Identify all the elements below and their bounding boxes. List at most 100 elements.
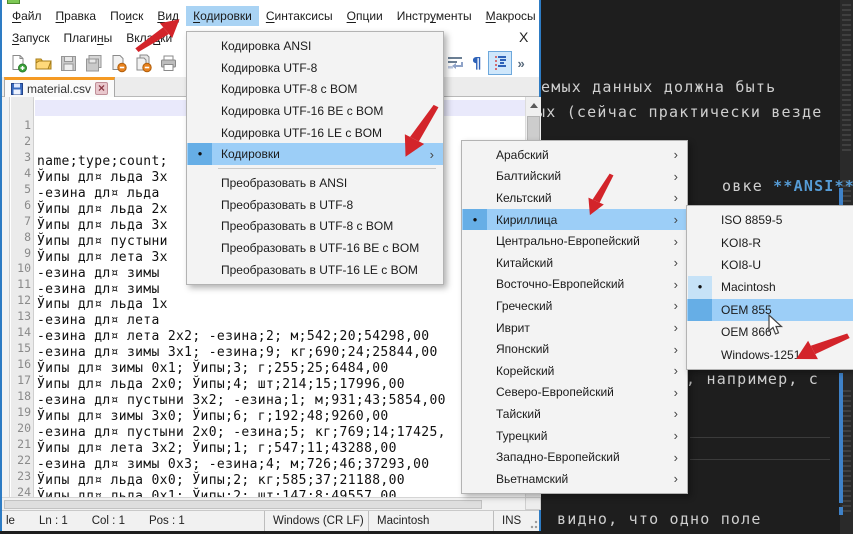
- menu-item[interactable]: ● Турецкий ›: [462, 425, 687, 447]
- menubar-item[interactable]: Файл: [5, 6, 49, 26]
- scroll-up-button[interactable]: [526, 97, 542, 113]
- menu-item-label: Турецкий: [496, 429, 547, 443]
- editor-line[interactable]: 15 Ўипы дл¤ льда 2х0; Ўипы;4; шт;214;15;…: [2, 323, 539, 339]
- editor-line[interactable]: 19 Ўипы дл¤ лета 3х2; Ўипы;1; г;547;11;4…: [2, 387, 539, 403]
- menu-item[interactable]: ● Macintosh ›: [687, 276, 853, 298]
- tab-close-icon[interactable]: ×: [95, 82, 108, 95]
- status-position-segment: le Ln : 1 Col : 1 Pos : 1: [2, 515, 264, 527]
- editor-scrollbar[interactable]: [839, 373, 843, 503]
- editor-line[interactable]: 23 -езина дл¤ льда 1х3; -езина;2; кг;286…: [2, 451, 539, 467]
- menu-check-gutter: ●: [463, 252, 487, 274]
- menu-check-gutter: ●: [188, 78, 212, 100]
- editor-scrollbar[interactable]: [839, 507, 843, 515]
- menu-item[interactable]: ● Кельтский ›: [462, 187, 687, 209]
- menu-check-gutter: ●: [463, 209, 487, 231]
- editor-line[interactable]: 16 -езина дл¤ пустыни 3х2; -езина;1; м;9…: [2, 339, 539, 355]
- menu-item-label: Тайский: [496, 407, 541, 421]
- editor-line[interactable]: 20 -езина дл¤ зимы 0х3; -езина;4; м;726;…: [2, 403, 539, 419]
- toolbar-overflow-icon[interactable]: »: [518, 56, 524, 71]
- menu-item[interactable]: ● Тайский ›: [462, 403, 687, 425]
- radio-dot-icon: ●: [473, 216, 478, 224]
- menubar-item[interactable]: Синтаксисы: [259, 6, 340, 26]
- horizontal-scrollbar[interactable]: [2, 497, 525, 510]
- editor-line[interactable]: 17 Ўипы дл¤ зимы 3х0; Ўипы;6; г;192;48;9…: [2, 355, 539, 371]
- save-all-icon[interactable]: [83, 54, 103, 74]
- status-encoding[interactable]: Macintosh: [368, 511, 493, 531]
- menu-item[interactable]: ● Корейский ›: [462, 360, 687, 382]
- editor-line[interactable]: 22 Ўипы дл¤ льда 0х1; Ўипы;2; шт;147;8;4…: [2, 435, 539, 451]
- close-document-icon[interactable]: [108, 54, 128, 74]
- menu-item-label: Китайский: [496, 256, 553, 270]
- print-icon[interactable]: [158, 54, 178, 74]
- close-document-button[interactable]: X: [515, 29, 532, 45]
- menubar-item[interactable]: Вид: [150, 6, 186, 26]
- menu-item-label: Иврит: [496, 321, 530, 335]
- menu-item[interactable]: ● Кодировка UTF-8 с BOM ›: [187, 78, 443, 100]
- menu-item[interactable]: ● Преобразовать в UTF-8 ›: [187, 194, 443, 216]
- menubar-item[interactable]: Вкладки: [119, 28, 179, 48]
- editor-line[interactable]: 25 Ўипы дл¤ зимы 3х3; Ўипы;4; г;652;33;1…: [2, 483, 539, 498]
- bg-text-line: видно, что одно поле: [557, 510, 762, 528]
- status-insert-mode[interactable]: INS: [493, 511, 529, 531]
- editor-scrollbar[interactable]: [839, 188, 843, 205]
- word-wrap-icon[interactable]: [446, 53, 466, 73]
- menubar-item[interactable]: Инструменты: [390, 6, 479, 26]
- menu-item[interactable]: ● Иврит ›: [462, 317, 687, 339]
- indent-guides-toggle[interactable]: [488, 51, 512, 75]
- menubar-item[interactable]: Правка: [49, 6, 104, 26]
- menubar-item[interactable]: Опции: [340, 6, 390, 26]
- new-file-icon[interactable]: [8, 54, 28, 74]
- menubar-item[interactable]: Поиск: [103, 6, 150, 26]
- menu-item[interactable]: ● Китайский ›: [462, 252, 687, 274]
- menu-item[interactable]: ● Кириллица ›: [462, 209, 687, 231]
- menu-item[interactable]: ● Кодировки ›: [187, 143, 443, 165]
- editor-line[interactable]: 21 Ўипы дл¤ льда 0х0; Ўипы;2; кг;585;37;…: [2, 419, 539, 435]
- menu-item[interactable]: ● Западно-Европейский ›: [462, 446, 687, 468]
- resize-grip[interactable]: [529, 511, 539, 531]
- menu-item[interactable]: ● Преобразовать в UTF-16 BE с BOM ›: [187, 237, 443, 259]
- save-icon[interactable]: [58, 54, 78, 74]
- menu-item[interactable]: ● Арабский ›: [462, 144, 687, 166]
- menu-item[interactable]: ● Преобразовать в UTF-16 LE с BOM ›: [187, 259, 443, 281]
- menu-item-label: Балтийский: [496, 169, 561, 183]
- status-eol-format[interactable]: Windows (CR LF): [264, 511, 368, 531]
- editor-line[interactable]: 14 Ўипы дл¤ зимы 0х1; Ўипы;3; г;255;25;6…: [2, 307, 539, 323]
- menu-item[interactable]: ● KOI8-R ›: [687, 231, 853, 253]
- menu-item[interactable]: ● Преобразовать в UTF-8 с BOM ›: [187, 216, 443, 238]
- menu-item[interactable]: ● Японский ›: [462, 338, 687, 360]
- menu-item[interactable]: ● ISO 8859-5 ›: [687, 209, 853, 231]
- open-file-icon[interactable]: [33, 54, 53, 74]
- cyrillic-encodings-menu: ● ISO 8859-5 › ● KOI8-R › ● KOI8-U › ● M…: [686, 205, 853, 370]
- editor-line[interactable]: 24 -езина дл¤ пустыни 1х3; -езина;5; кг;…: [2, 467, 539, 483]
- menu-item[interactable]: ● Восточно-Европейский ›: [462, 274, 687, 296]
- menubar-item[interactable]: Кодировки: [186, 6, 259, 26]
- menubar-item[interactable]: Плагины: [57, 28, 120, 48]
- menubar-item[interactable]: Запуск: [5, 28, 57, 48]
- menu-item[interactable]: ● KOI8-U ›: [687, 254, 853, 276]
- menu-item[interactable]: ● Кодировка UTF-16 LE с BOM ›: [187, 122, 443, 144]
- submenu-arrow-icon: ›: [674, 429, 678, 442]
- menu-item[interactable]: ● Центрально-Европейский ›: [462, 230, 687, 252]
- menubar-item[interactable]: Макросы: [479, 6, 543, 26]
- editor-line[interactable]: 13 -езина дл¤ зимы 3х1; -езина;9; кг;690…: [2, 291, 539, 307]
- menu-check-gutter: ●: [688, 254, 712, 276]
- menu-item[interactable]: ● OEM 866 ›: [687, 321, 853, 343]
- menu-item[interactable]: ● Балтийский ›: [462, 166, 687, 188]
- close-all-icon[interactable]: [133, 54, 153, 74]
- menu-item-label: Кодировка ANSI: [221, 39, 311, 53]
- tab-material-csv[interactable]: material.csv ×: [4, 77, 115, 97]
- menu-item[interactable]: ● Преобразовать в ANSI ›: [187, 172, 443, 194]
- editor-line[interactable]: 18 -езина дл¤ пустыни 2х0; -езина;5; кг;…: [2, 371, 539, 387]
- menu-item[interactable]: ● Windows-1251 ›: [687, 343, 853, 365]
- menu-check-gutter: ●: [463, 338, 487, 360]
- menu-item[interactable]: ● Кодировка ANSI ›: [187, 35, 443, 57]
- menu-item[interactable]: ● Северо-Европейский ›: [462, 382, 687, 404]
- menu-item[interactable]: ● Кодировка UTF-8 ›: [187, 57, 443, 79]
- menu-check-gutter: ●: [188, 122, 212, 144]
- show-all-characters-icon[interactable]: ¶: [472, 54, 482, 72]
- horizontal-scroll-thumb[interactable]: [4, 500, 482, 509]
- menu-item[interactable]: ● Греческий ›: [462, 295, 687, 317]
- menu-item[interactable]: ● Кодировка UTF-16 BE с BOM ›: [187, 100, 443, 122]
- menu-item[interactable]: ● Вьетнамский ›: [462, 468, 687, 490]
- menu-item[interactable]: ● OEM 855 ›: [687, 299, 853, 321]
